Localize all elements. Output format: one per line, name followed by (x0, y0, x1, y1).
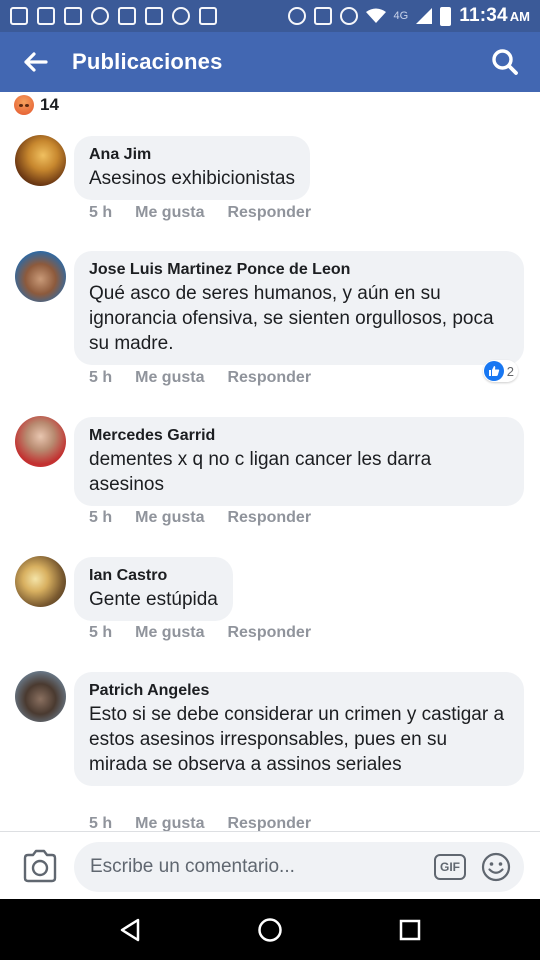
comment-input[interactable] (90, 842, 420, 892)
comment-actions: 5 h Me gusta Responder (89, 624, 334, 642)
youtube-notification-icon (64, 7, 82, 25)
like-count: 2 (506, 363, 514, 379)
comment-composer: GIF (0, 831, 540, 899)
comment-bubble: Patrich Angeles Esto si se debe consider… (74, 672, 524, 786)
angry-reaction-icon (14, 95, 34, 115)
comment-bubble: Ana Jim Asesinos exhibicionistas (74, 136, 310, 200)
comment-bubble: Jose Luis Martinez Ponce de Leon Qué asc… (74, 251, 524, 365)
reply-button[interactable]: Responder (227, 509, 311, 527)
vibrate-icon (313, 7, 332, 25)
triangle-back-icon (120, 918, 140, 941)
reply-button[interactable]: Responder (227, 204, 311, 222)
avatar[interactable] (15, 251, 66, 302)
comment-author[interactable]: Patrich Angeles (89, 680, 509, 702)
alarm-icon (339, 7, 358, 25)
battery-icon (440, 6, 452, 26)
facebook-notification-icon (10, 7, 28, 25)
signal-icon (416, 8, 433, 24)
comment-like-count[interactable]: 2 (482, 360, 518, 382)
emoji-icon (481, 852, 511, 882)
comment-text: Gente estúpida (89, 589, 218, 610)
navigation-bar (0, 899, 540, 960)
avatar[interactable] (15, 671, 66, 722)
comment-box: GIF (74, 842, 524, 892)
like-button[interactable]: Me gusta (135, 369, 204, 387)
clock: 11:34 AM (459, 5, 530, 26)
thumbs-up-icon (483, 361, 504, 381)
network-type: 4G (393, 10, 409, 22)
like-button[interactable]: Me gusta (135, 509, 204, 527)
like-button[interactable]: Me gusta (135, 624, 204, 642)
play-store-notification-icon (199, 7, 217, 25)
comment-actions: 5 h Me gusta Responder (89, 369, 334, 387)
reaction-count: 14 (40, 95, 59, 114)
wifi-icon (365, 8, 386, 23)
comment-text: dementes x q no c ligan cancer les darra… (89, 449, 432, 495)
comment-time: 5 h (89, 369, 113, 386)
comment-text: Qué asco de seres humanos, y aún en su i… (89, 283, 494, 354)
comment-time: 5 h (89, 624, 113, 641)
back-button[interactable] (0, 32, 72, 92)
screen: 4G 11:34 AM Publicaciones 14 Ana Jim Ase… (0, 0, 540, 960)
avatar[interactable] (15, 135, 66, 186)
back-arrow-icon (24, 52, 48, 72)
comment-actions: 5 h Me gusta Responder (89, 509, 334, 527)
avatar[interactable] (15, 416, 66, 467)
nav-home-button[interactable] (250, 910, 290, 950)
avatar[interactable] (15, 556, 66, 607)
notification-icons (10, 7, 217, 25)
reaction-summary[interactable]: 14 (14, 92, 59, 118)
status-indicators: 4G 11:34 AM (287, 5, 530, 27)
like-button[interactable]: Me gusta (135, 204, 204, 222)
comment-author[interactable]: Ana Jim (89, 144, 295, 166)
camera-icon (23, 849, 57, 883)
nav-back-button[interactable] (110, 910, 150, 950)
comment-author[interactable]: Jose Luis Martinez Ponce de Leon (89, 259, 509, 281)
comment-bubble: Ian Castro Gente estúpida (74, 557, 233, 621)
comment-text: Esto si se debe considerar un crimen y c… (89, 704, 505, 775)
camera-button[interactable] (22, 849, 58, 883)
reply-button[interactable]: Responder (227, 624, 311, 642)
reply-button[interactable]: Responder (227, 369, 311, 387)
nav-recents-button[interactable] (390, 910, 430, 950)
comment-actions: 5 h Me gusta Responder (89, 204, 334, 222)
comment-time: 5 h (89, 509, 113, 526)
gallery-notification-icon (118, 7, 136, 25)
page-title: Publicaciones (72, 49, 223, 74)
circle-home-icon (258, 917, 282, 942)
messenger-notification-icon (172, 7, 190, 25)
instagram-notification-icon-2 (145, 7, 163, 25)
emoji-button[interactable] (481, 852, 511, 882)
comment-author[interactable]: Mercedes Garrid (89, 425, 509, 447)
comment-bubble: Mercedes Garrid dementes x q no c ligan … (74, 417, 524, 506)
comment-author[interactable]: Ian Castro (89, 565, 218, 587)
status-bar: 4G 11:34 AM (0, 0, 540, 32)
square-recents-icon (399, 919, 421, 940)
search-icon (492, 49, 518, 75)
do-not-disturb-icon (287, 7, 306, 25)
search-button[interactable] (470, 32, 540, 92)
gif-button[interactable]: GIF (434, 854, 466, 880)
whatsapp-notification-icon (91, 7, 109, 25)
app-bar: Publicaciones (0, 32, 540, 92)
comment-time: 5 h (89, 204, 113, 221)
instagram-notification-icon (37, 7, 55, 25)
comment-text: Asesinos exhibicionistas (89, 168, 295, 189)
